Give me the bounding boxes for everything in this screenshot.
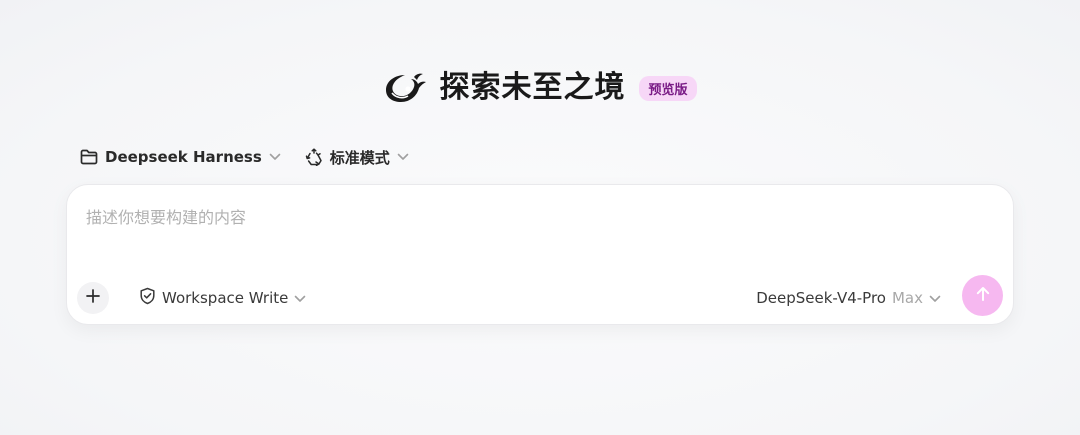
project-selector-label: Deepseek Harness xyxy=(105,148,262,166)
chevron-down-icon xyxy=(269,153,281,161)
chevron-down-icon xyxy=(397,153,409,161)
recycle-icon xyxy=(305,148,323,166)
preview-badge: 预览版 xyxy=(639,75,697,101)
composer-card: Workspace Write DeepSeek-V4-Pro Max xyxy=(66,184,1014,325)
chevron-down-icon xyxy=(929,289,941,307)
send-button[interactable] xyxy=(962,275,1003,316)
attach-button[interactable] xyxy=(77,282,109,314)
shield-check-icon xyxy=(139,287,156,309)
chevron-down-icon xyxy=(294,289,306,307)
model-effort: Max xyxy=(891,289,923,307)
project-selector[interactable]: Deepseek Harness xyxy=(80,145,281,169)
app-window: 探索未至之境 预览版 Deepseek Harness 标准模式 描述你想要构建… xyxy=(0,0,1080,435)
plus-icon xyxy=(85,288,101,308)
context-controls: Deepseek Harness 标准模式 xyxy=(80,145,409,169)
model-name: DeepSeek-V4-Pro xyxy=(756,289,886,307)
hero-header: 探索未至之境 预览版 xyxy=(0,68,1080,108)
deepseek-whale-icon xyxy=(383,70,427,106)
model-selector[interactable]: DeepSeek-V4-Pro Max xyxy=(756,286,941,310)
arrow-up-icon xyxy=(974,285,992,306)
mode-selector[interactable]: 标准模式 xyxy=(305,145,409,169)
mode-selector-label: 标准模式 xyxy=(329,148,390,167)
folder-icon xyxy=(80,149,98,165)
prompt-input[interactable] xyxy=(86,203,946,231)
permission-selector-label: Workspace Write xyxy=(162,289,289,307)
page-title: 探索未至之境 xyxy=(439,70,626,105)
permission-selector[interactable]: Workspace Write xyxy=(139,286,306,310)
